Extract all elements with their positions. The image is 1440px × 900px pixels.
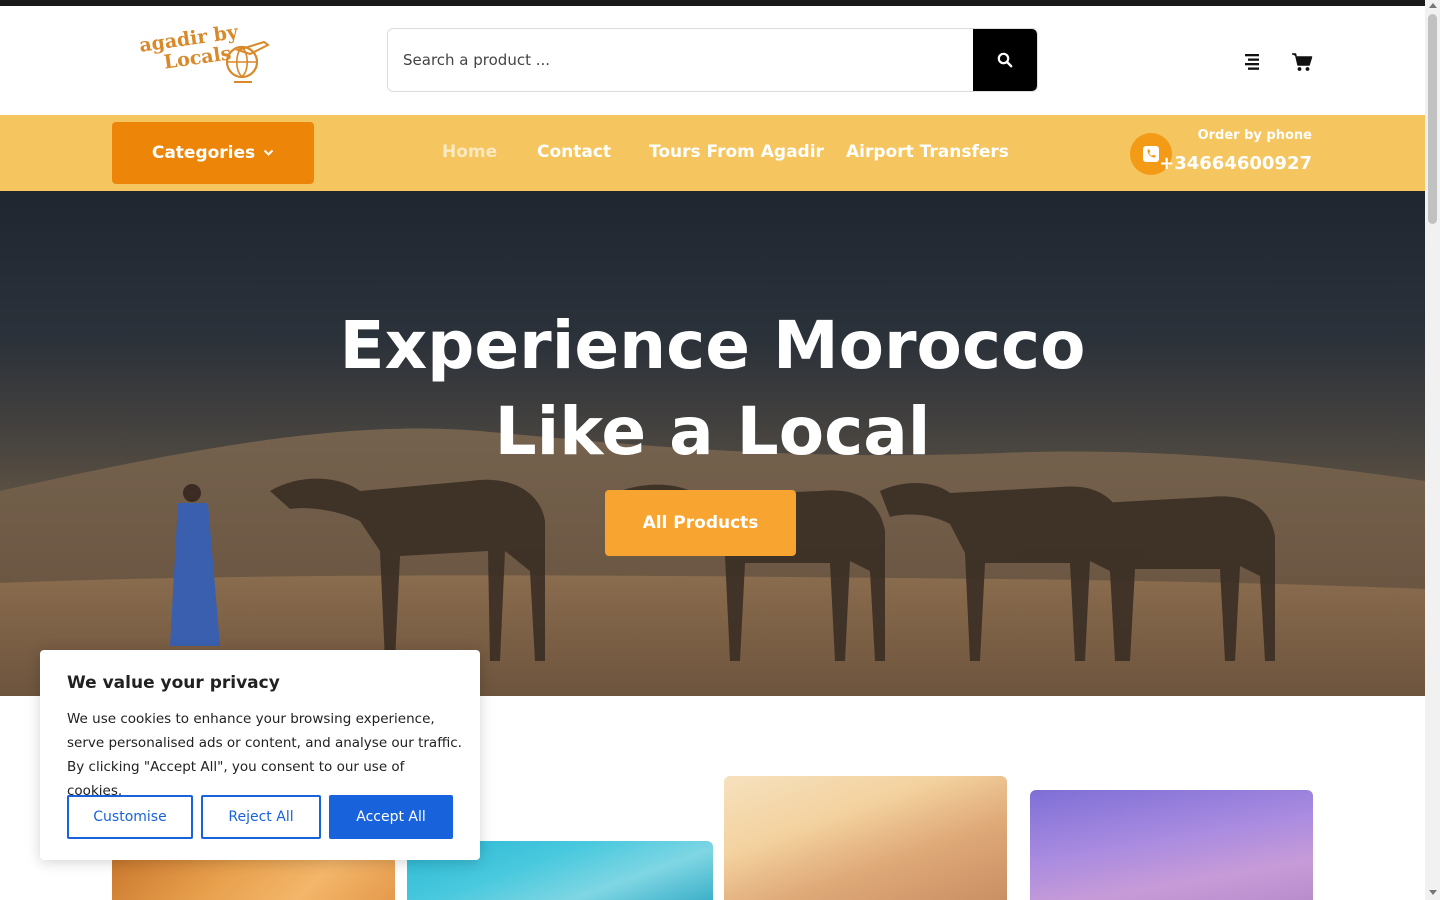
- nav-link-airport-transfers[interactable]: Airport Transfers: [846, 142, 1009, 162]
- site-logo[interactable]: agadir by Locals: [138, 21, 278, 92]
- cart-button[interactable]: [1290, 50, 1314, 74]
- cookie-title: We value your privacy: [67, 673, 280, 693]
- cart-icon: [1292, 53, 1313, 71]
- search-bar: [387, 28, 1038, 92]
- nav-link-contact[interactable]: Contact: [537, 142, 611, 162]
- globe-plane-icon: [225, 40, 270, 83]
- hero-title: Experience Morocco Like a Local: [339, 307, 1086, 470]
- search-button[interactable]: [973, 29, 1037, 91]
- product-card-image[interactable]: [112, 856, 395, 900]
- accept-all-button[interactable]: Accept All: [329, 795, 453, 839]
- page-scrollbar[interactable]: [1425, 0, 1440, 900]
- menu-button[interactable]: [1240, 50, 1264, 74]
- phone-number-link[interactable]: +34664600927: [1159, 153, 1312, 174]
- customise-button[interactable]: Customise: [67, 795, 193, 839]
- nav-link-home[interactable]: Home: [442, 142, 497, 162]
- scrollbar-thumb[interactable]: [1428, 14, 1437, 224]
- categories-button[interactable]: Categories: [112, 122, 314, 184]
- main-navbar: Categories Home Contact Tours From Agadi…: [0, 115, 1425, 191]
- menu-icon: [1245, 54, 1259, 70]
- page: agadir by Locals Search a product ... Ca…: [0, 0, 1440, 900]
- search-input[interactable]: [388, 29, 975, 91]
- all-products-button[interactable]: All Products: [605, 490, 796, 556]
- scroll-up-arrow-icon[interactable]: [1429, 3, 1437, 8]
- scroll-down-arrow-icon[interactable]: [1429, 890, 1437, 895]
- cookie-description: We use cookies to enhance your browsing …: [67, 711, 462, 799]
- categories-label: Categories: [151, 143, 256, 163]
- search-icon: [997, 52, 1013, 68]
- hero-banner: Experience Morocco Like a Local All Prod…: [0, 191, 1425, 696]
- nav-link-tours-from-agadir[interactable]: Tours From Agadir: [649, 142, 824, 162]
- product-card-image[interactable]: [1030, 790, 1313, 900]
- phone-icon: [1143, 146, 1159, 162]
- site-header: agadir by Locals: [0, 6, 1425, 115]
- reject-all-button[interactable]: Reject All: [201, 795, 321, 839]
- chevron-down-icon: [263, 149, 274, 156]
- order-by-phone-label: Order by phone: [1197, 128, 1312, 143]
- cookie-consent-banner: We value your privacy We use cookies to …: [40, 650, 480, 860]
- product-card-image[interactable]: [724, 776, 1007, 900]
